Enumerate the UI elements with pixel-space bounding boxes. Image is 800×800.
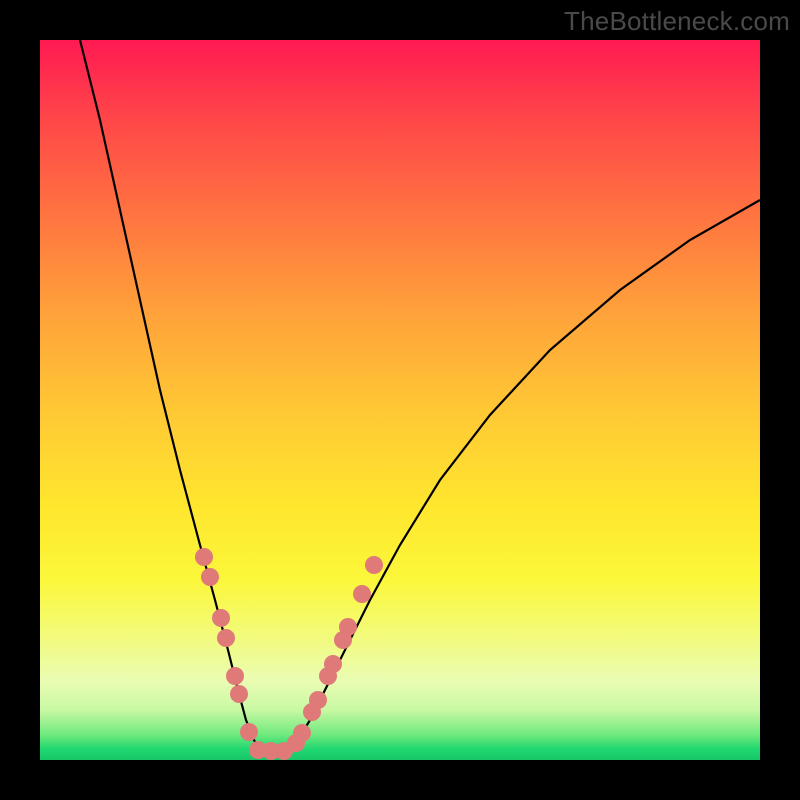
watermark-text: TheBottleneck.com [564,6,790,37]
marker-dot [240,723,258,741]
outer-frame: TheBottleneck.com [0,0,800,800]
marker-dot [353,585,371,603]
marker-dot [230,685,248,703]
curve-left-branch [80,40,260,751]
marker-dot [365,556,383,574]
marker-dot [212,609,230,627]
curve-right-branch [290,200,760,751]
marker-dot [324,655,342,673]
marker-dot [195,548,213,566]
marker-dot [339,618,357,636]
plot-area [40,40,760,760]
marker-dot [201,568,219,586]
curve-layer [40,40,760,760]
marker-dot [309,691,327,709]
marker-dot [217,629,235,647]
marker-dot [293,724,311,742]
marker-dot [226,667,244,685]
